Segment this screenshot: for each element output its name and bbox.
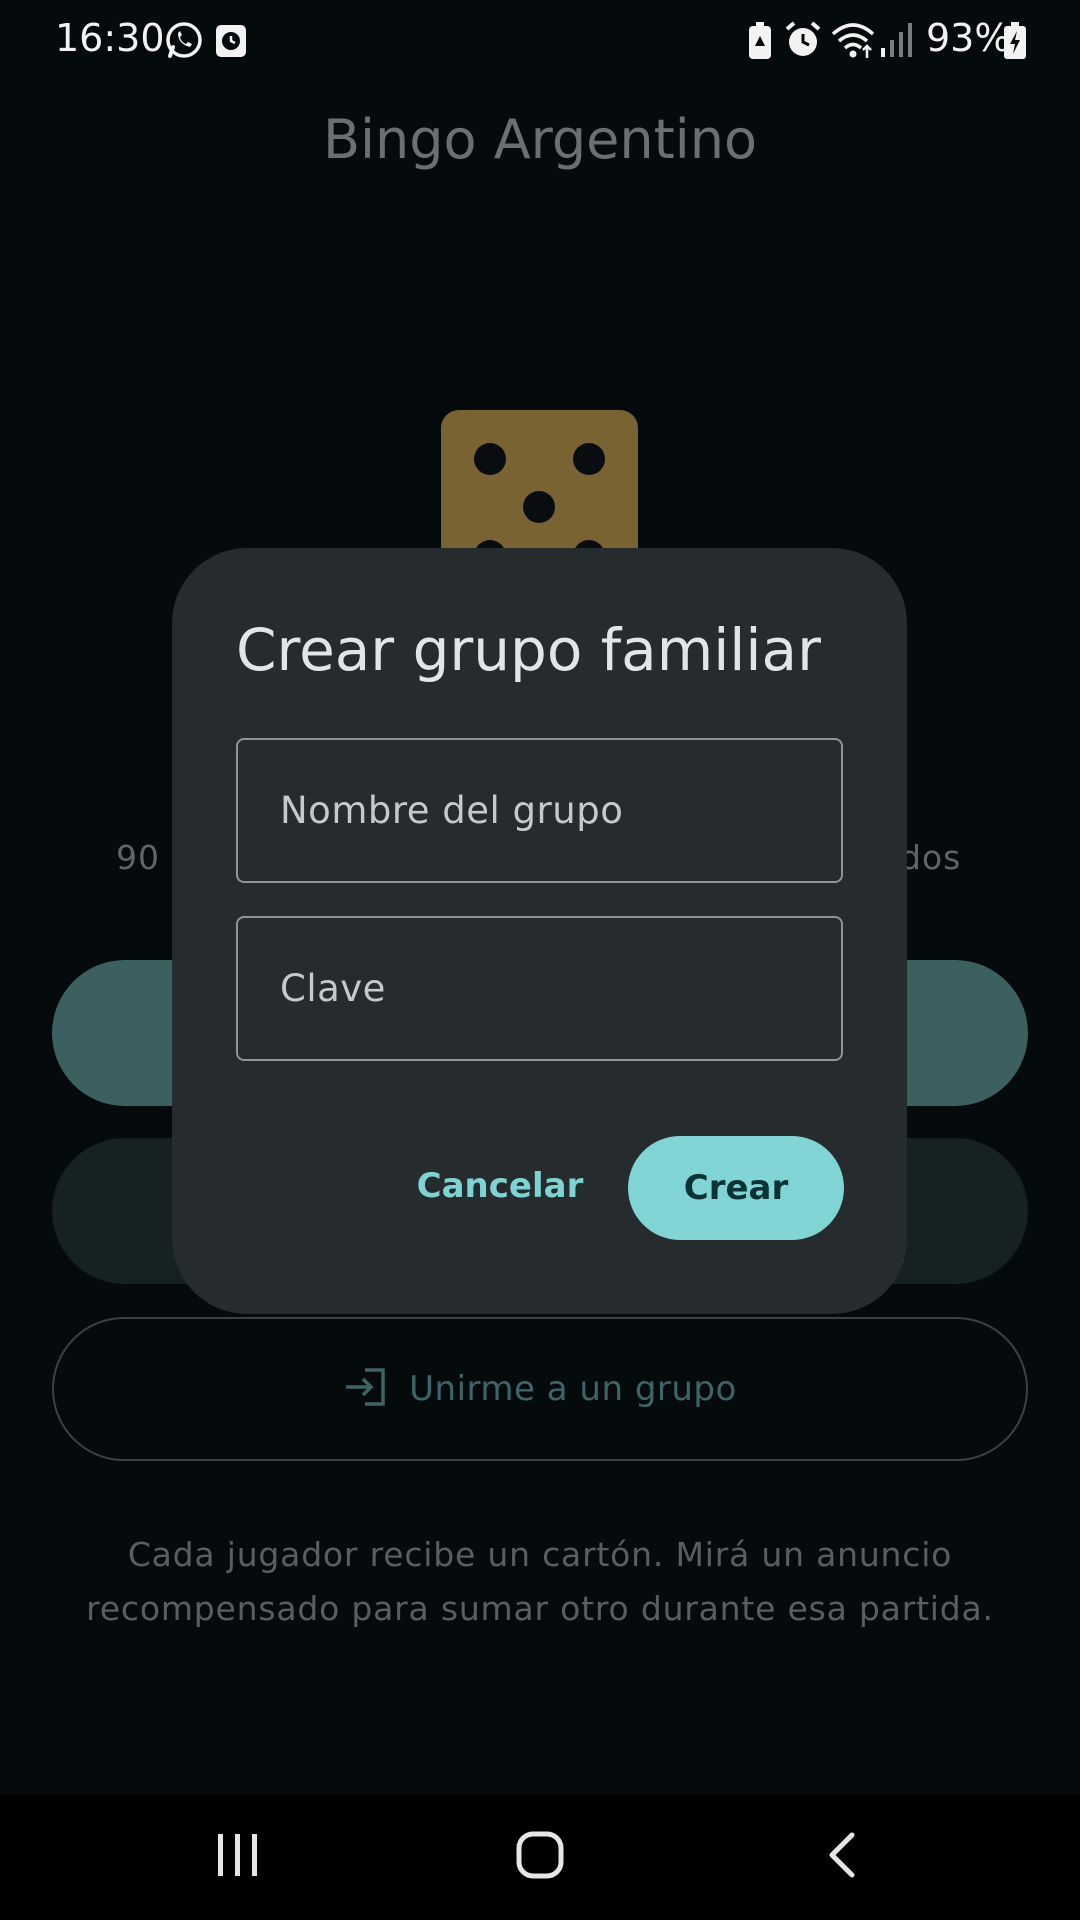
group-name-input[interactable] [236, 738, 843, 883]
whatsapp-icon [164, 20, 204, 64]
create-group-dialog: Crear grupo familiar Cancelar Crear [172, 548, 907, 1314]
home-icon [516, 1831, 564, 1883]
subtitle-fragment-right: dos [900, 838, 962, 877]
home-button[interactable] [460, 1794, 620, 1920]
dialog-title: Crear grupo familiar [236, 616, 821, 684]
back-button[interactable] [762, 1794, 922, 1920]
battery-percentage: 93% [926, 16, 1011, 60]
screen: 16:30 93% Bingo Argentino 90 dos Unirme … [0, 0, 1080, 1920]
subtitle-fragment-left: 90 [116, 838, 160, 877]
info-text: Cada jugador recibe un cartón. Mirá un a… [86, 1535, 994, 1628]
join-group-label: Unirme a un grupo [409, 1369, 737, 1409]
recent-apps-icon [216, 1832, 260, 1882]
signal-icon [880, 22, 914, 62]
group-key-input[interactable] [236, 916, 843, 1061]
clock-app-icon [215, 24, 247, 62]
navigation-bar [0, 1794, 1080, 1920]
app-title: Bingo Argentino [322, 108, 758, 171]
login-icon [343, 1367, 387, 1411]
cancel-button[interactable]: Cancelar [400, 1136, 600, 1236]
recent-apps-button[interactable] [158, 1794, 318, 1920]
battery-charging-icon [1003, 22, 1027, 64]
status-bar: 16:30 93% [0, 0, 1080, 80]
battery-saver-icon [748, 22, 772, 64]
status-time: 16:30 [55, 16, 165, 60]
create-button[interactable]: Crear [628, 1136, 844, 1240]
back-icon [826, 1831, 858, 1883]
join-group-button[interactable]: Unirme a un grupo [52, 1317, 1028, 1461]
wifi-icon [830, 20, 876, 64]
alarm-icon [784, 20, 822, 64]
